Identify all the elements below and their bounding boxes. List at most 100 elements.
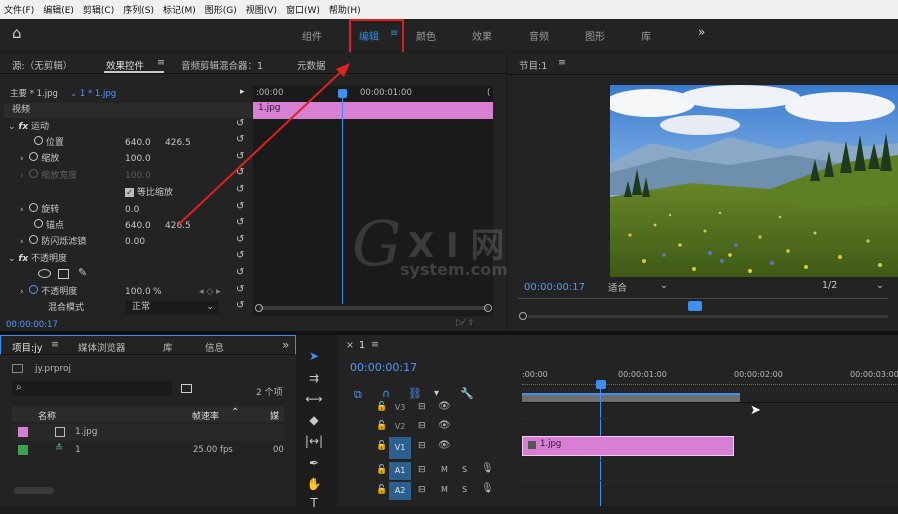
- reset-icon[interactable]: ↺: [236, 250, 244, 261]
- workspace-tab-color[interactable]: 颜色: [416, 28, 436, 43]
- workspace-tab-graphics[interactable]: 图形: [585, 28, 605, 43]
- antiflicker-value[interactable]: 0.00: [125, 234, 145, 250]
- reset-icon[interactable]: ↺: [236, 284, 244, 295]
- stopwatch-icon[interactable]: [34, 219, 43, 228]
- resolution-select[interactable]: 1/2 ⌄: [822, 280, 884, 293]
- keyframe-nav-icon[interactable]: ◂ ◇ ▸: [199, 284, 221, 300]
- menu-help[interactable]: 帮助(H): [329, 3, 361, 16]
- scroll-handle-left[interactable]: [519, 312, 527, 320]
- selection-tool-icon[interactable]: ➤: [304, 349, 324, 367]
- tab-project[interactable]: 项目:jy: [12, 340, 42, 354]
- sync-lock-icon[interactable]: ⊟: [418, 485, 426, 495]
- lock-icon[interactable]: 🔓: [376, 485, 387, 495]
- program-playhead-icon[interactable]: [688, 301, 702, 311]
- checkbox-checked-icon[interactable]: ✓: [125, 188, 134, 197]
- workspace-tab-audio[interactable]: 音频: [529, 28, 549, 43]
- project-menu-icon[interactable]: ≡: [51, 339, 59, 350]
- type-tool-icon[interactable]: T: [304, 496, 324, 514]
- tab-library[interactable]: 库: [163, 340, 173, 354]
- program-video-frame[interactable]: [610, 85, 898, 277]
- workspace-tab-assembly[interactable]: 组件: [302, 28, 322, 43]
- lock-icon[interactable]: 🔓: [376, 441, 387, 451]
- column-fps[interactable]: 帧速率: [192, 409, 219, 422]
- reset-icon[interactable]: ↺: [236, 267, 244, 278]
- menu-edit[interactable]: 编辑(E): [43, 3, 74, 16]
- tab-info[interactable]: 信息: [205, 340, 224, 354]
- workspace-tab-effects[interactable]: 效果: [472, 28, 492, 43]
- pen-tool-icon[interactable]: ✒: [304, 456, 324, 474]
- eye-icon[interactable]: 👁: [438, 401, 451, 412]
- scale-value[interactable]: 100.0: [125, 151, 151, 167]
- eye-icon[interactable]: 👁: [438, 440, 451, 451]
- master-clip-label[interactable]: 主要 * 1.jpg: [10, 86, 58, 102]
- microphone-icon[interactable]: 🎙: [481, 463, 494, 474]
- timeline-timecode[interactable]: 00:00:00:17: [350, 361, 417, 374]
- program-title[interactable]: 节目:1: [519, 58, 547, 72]
- mute-button[interactable]: M: [441, 465, 448, 474]
- timeline-playhead-icon[interactable]: [596, 380, 606, 389]
- workspace-tab-libraries[interactable]: 库: [641, 28, 651, 43]
- eye-icon[interactable]: 👁: [438, 420, 451, 431]
- hand-tool-icon[interactable]: ✋: [304, 477, 324, 495]
- project-item-name[interactable]: 1.jpg: [75, 427, 98, 437]
- sync-lock-icon[interactable]: ⊟: [418, 421, 426, 431]
- reset-icon[interactable]: ↺: [236, 300, 244, 311]
- lock-icon[interactable]: 🔓: [376, 402, 387, 412]
- fit-select[interactable]: 适合 ⌄: [608, 280, 670, 294]
- mute-button[interactable]: M: [441, 485, 448, 494]
- razor-tool-icon[interactable]: ◆: [304, 413, 324, 431]
- stopwatch-icon[interactable]: [29, 235, 39, 244]
- menu-sequence[interactable]: 序列(S): [123, 3, 154, 16]
- sort-ascending-icon[interactable]: ⌃: [231, 407, 239, 418]
- stopwatch-icon[interactable]: [34, 136, 43, 145]
- close-sequence-icon[interactable]: ×: [346, 340, 354, 351]
- menu-marker[interactable]: 标记(M): [163, 3, 196, 16]
- program-menu-icon[interactable]: ≡: [558, 57, 566, 68]
- stopwatch-icon[interactable]: [29, 285, 39, 294]
- opacity-section-row[interactable]: ⌄ fx 不透明度: [8, 251, 67, 267]
- track-target-v2[interactable]: V2: [389, 419, 411, 435]
- solo-button[interactable]: S: [462, 485, 467, 494]
- program-mini-timeline[interactable]: [518, 298, 888, 299]
- program-scrollbar[interactable]: [528, 315, 888, 318]
- slip-tool-icon[interactable]: |↔|: [304, 434, 324, 452]
- track-target-v1[interactable]: V1: [389, 437, 411, 459]
- project-more-icon[interactable]: »: [282, 338, 289, 352]
- track-target-a1[interactable]: A1: [389, 462, 411, 480]
- tab-source[interactable]: 源:（无剪辑）: [12, 58, 72, 72]
- track-select-tool-icon[interactable]: ⇉: [304, 371, 324, 389]
- scroll-handle-left[interactable]: [255, 304, 263, 312]
- menu-file[interactable]: 文件(F): [4, 3, 34, 16]
- ripple-edit-tool-icon[interactable]: ⟷: [304, 392, 324, 410]
- sync-lock-icon[interactable]: ⊟: [418, 441, 426, 451]
- sequence-tab[interactable]: 1: [359, 340, 365, 351]
- work-area-bar[interactable]: [522, 393, 740, 402]
- track-target-v3[interactable]: V3: [389, 400, 411, 416]
- new-bin-from-search-icon[interactable]: [181, 384, 192, 393]
- timeline-ruler[interactable]: [522, 381, 898, 385]
- menu-view[interactable]: 视图(V): [246, 3, 277, 16]
- menu-graphics[interactable]: 图形(G): [205, 3, 237, 16]
- clip-dropdown[interactable]: ⌄ 1 * 1.jpg: [70, 86, 116, 102]
- column-name[interactable]: 名称: [38, 409, 56, 422]
- ellipse-mask-icon[interactable]: [38, 269, 51, 278]
- ec-scrollbar[interactable]: [259, 306, 489, 310]
- menu-clip[interactable]: 剪辑(C): [83, 3, 114, 16]
- project-item-name[interactable]: 1: [75, 445, 81, 455]
- lock-icon[interactable]: 🔓: [376, 465, 387, 475]
- home-icon[interactable]: ⌂: [12, 24, 22, 42]
- label-color-swatch[interactable]: [18, 445, 28, 455]
- project-scrollbar[interactable]: [14, 487, 54, 494]
- stopwatch-icon[interactable]: [29, 203, 39, 212]
- sync-lock-icon[interactable]: ⊟: [418, 402, 426, 412]
- rectangle-mask-icon[interactable]: [58, 269, 69, 279]
- project-search-input[interactable]: [12, 381, 172, 396]
- opacity-value[interactable]: 100.0: [125, 284, 151, 300]
- position-x-value[interactable]: 640.0: [125, 135, 151, 151]
- track-target-a2[interactable]: A2: [389, 482, 411, 500]
- ec-timecode[interactable]: 00:00:00:17: [6, 320, 58, 330]
- workspace-more-icon[interactable]: »: [698, 25, 705, 39]
- menu-window[interactable]: 窗口(W): [286, 3, 320, 16]
- sequence-menu-icon[interactable]: ≡: [371, 339, 379, 350]
- stopwatch-icon[interactable]: [29, 152, 39, 161]
